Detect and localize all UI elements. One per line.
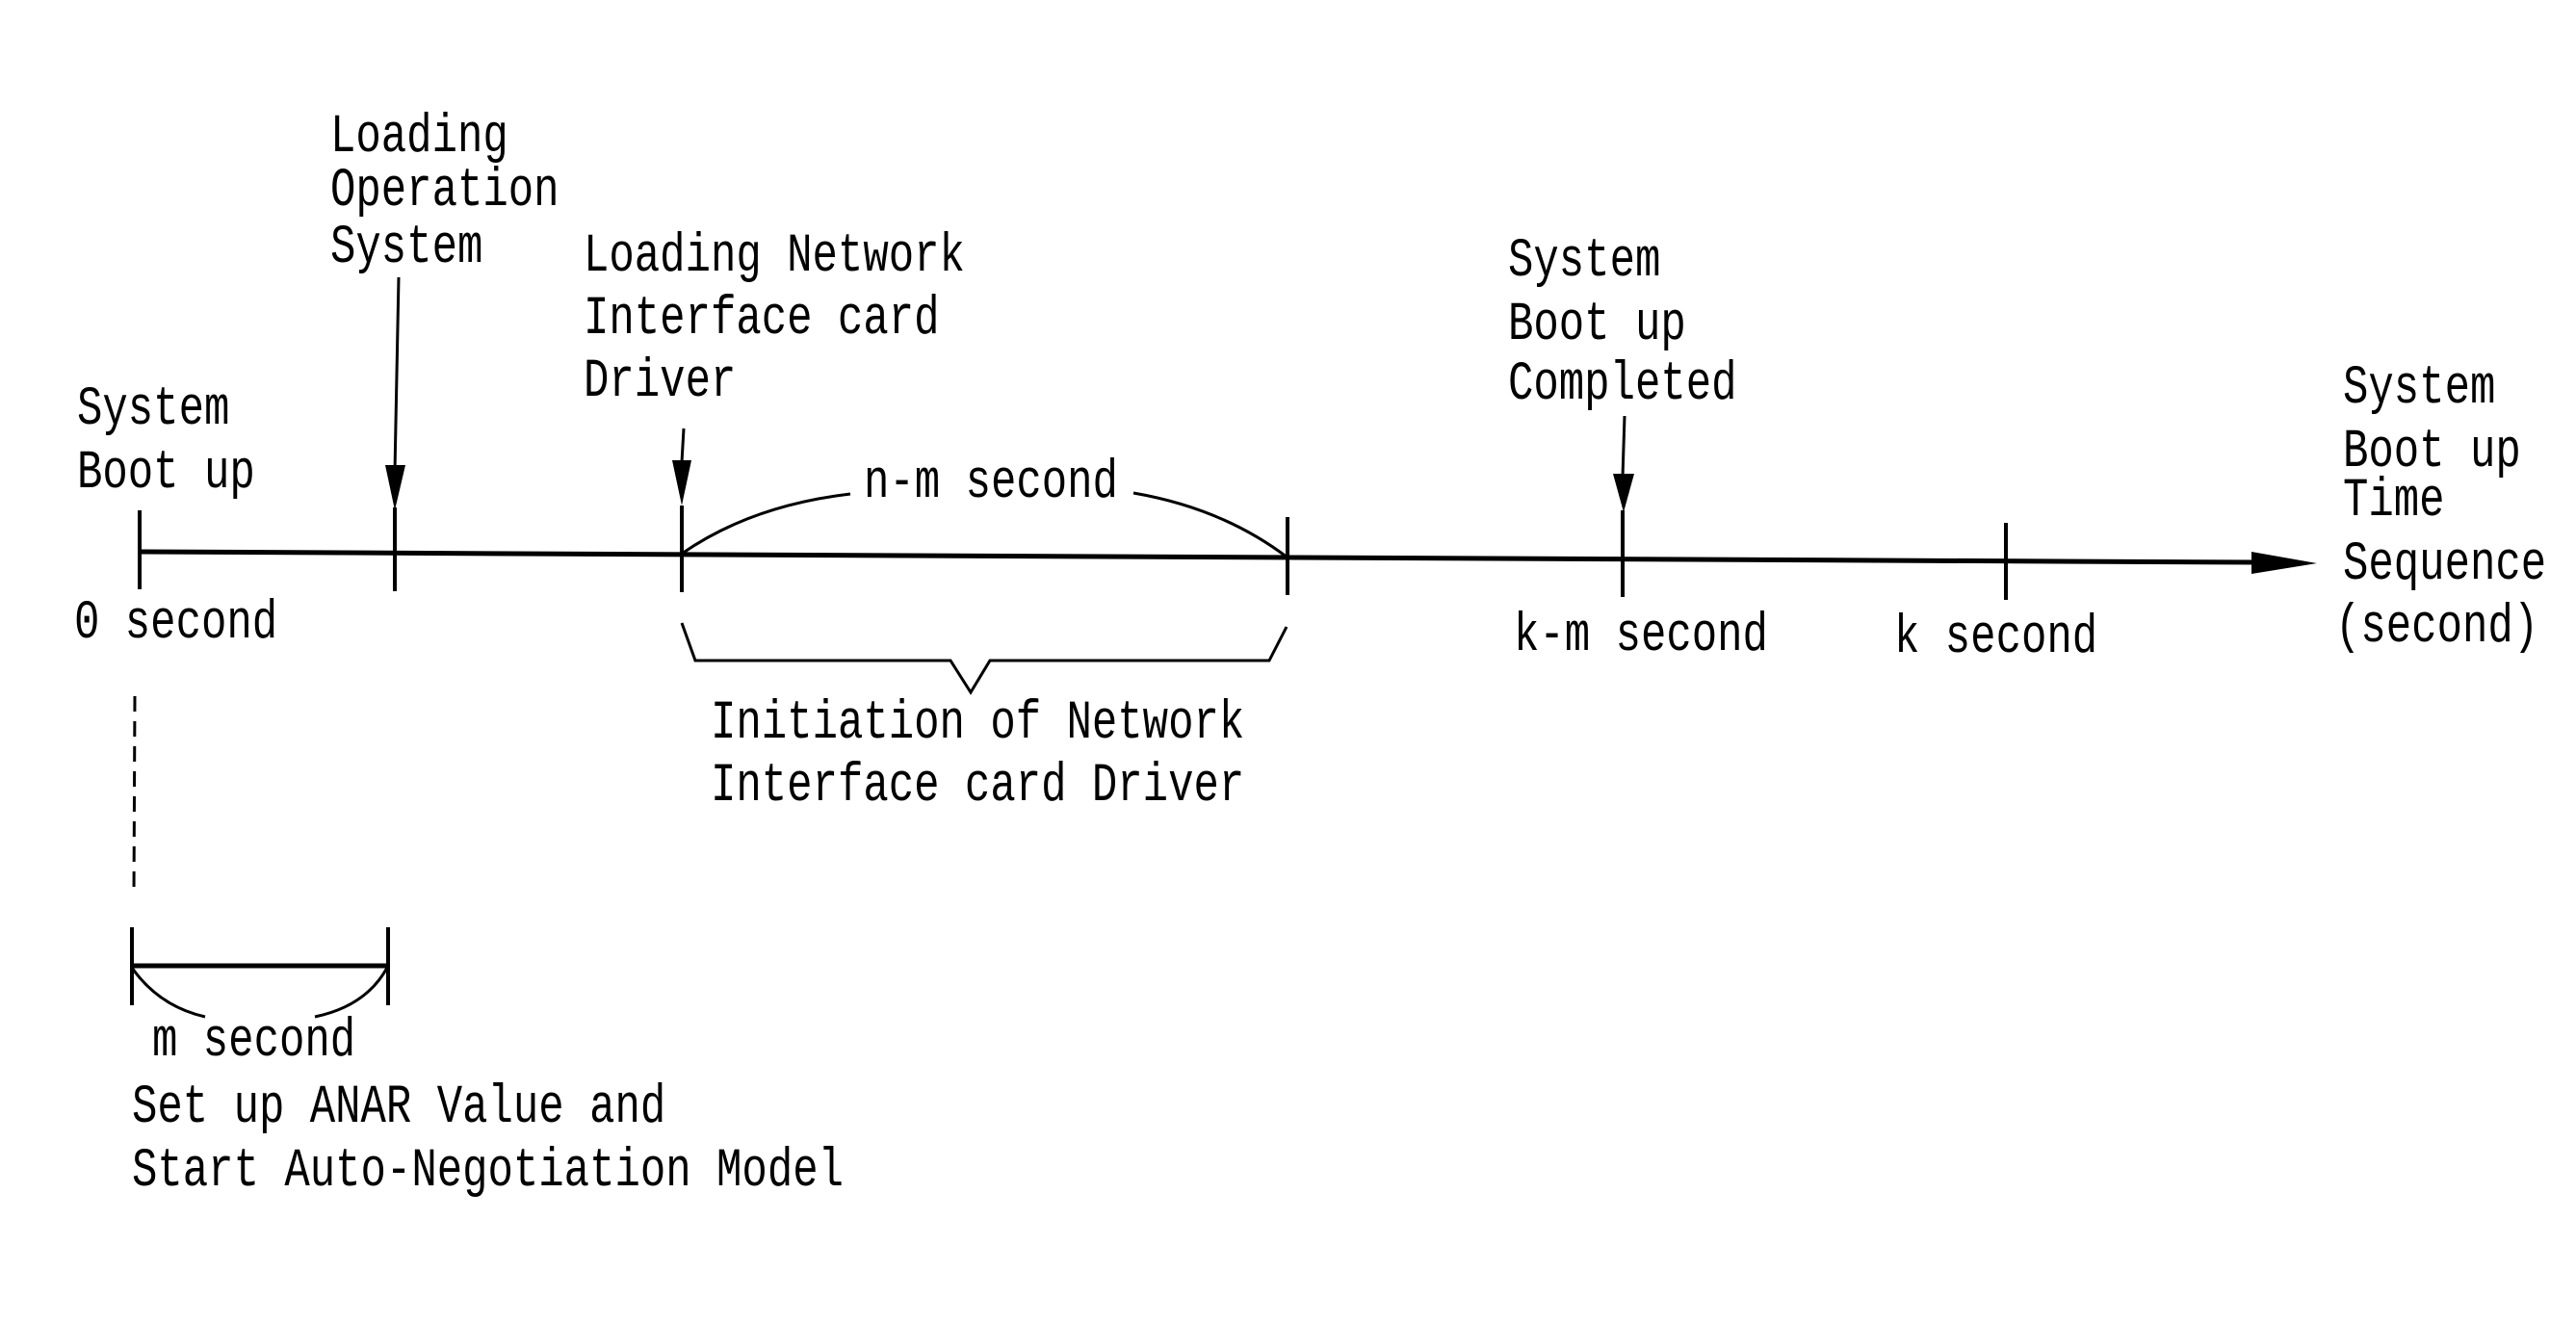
nic-label-line: Interface card	[584, 289, 940, 350]
nic-label-line: Loading Network	[584, 226, 965, 288]
completed-arrow-line	[1621, 415, 1626, 478]
boot-label-line: System	[77, 379, 229, 441]
time-axis-arrowhead-icon	[2251, 552, 2317, 574]
os-arrow-line	[393, 276, 401, 473]
nic-arrow-head-icon	[672, 460, 691, 506]
completed-label-line: Completed	[1508, 354, 1737, 416]
m-span-label: m second	[152, 1011, 355, 1073]
axis-title-line: (second)	[2335, 597, 2538, 659]
m-span-arc-left	[130, 967, 206, 1019]
initiation-label-line: Initiation of Network	[711, 693, 1244, 755]
boot-timeline-diagram: System Boot up Loading Operation System …	[0, 0, 2576, 1323]
axis-title-line: System	[2343, 358, 2495, 420]
axis-title-line: Sequence	[2343, 534, 2546, 596]
tick-label-k: k second	[1894, 608, 2097, 669]
time-axis	[139, 549, 2259, 565]
n-m-span-label: n-m second	[864, 453, 1118, 514]
initiation-label-line: Interface card Driver	[711, 756, 1244, 817]
n-m-span-arc-left	[681, 492, 851, 556]
os-label-line: Operation	[330, 161, 559, 222]
zero-guide-dashed-line	[132, 695, 137, 896]
nic-label-line: Driver	[584, 351, 736, 413]
tick-label-zero: 0 second	[74, 593, 277, 655]
n-m-span-arc-right	[1132, 491, 1288, 559]
os-arrow-head-icon	[385, 465, 405, 510]
boot-label-line: Boot up	[77, 443, 255, 505]
m-span-arc-right	[314, 967, 389, 1019]
completed-label-line: System	[1508, 231, 1660, 293]
tick-label-k-m: k-m second	[1514, 606, 1768, 667]
nic-arrow-line	[680, 428, 686, 463]
completed-arrow-head-icon	[1613, 474, 1634, 512]
completed-label-line: Boot up	[1508, 295, 1686, 356]
os-label-line: Loading	[330, 107, 508, 169]
anar-label-line: Set up ANAR Value and	[132, 1077, 665, 1139]
os-label-line: System	[330, 218, 482, 279]
axis-title-line: Time	[2343, 471, 2445, 532]
anar-label-line: Start Auto-Negotiation Model	[132, 1141, 844, 1203]
initiation-brace	[680, 622, 1288, 695]
